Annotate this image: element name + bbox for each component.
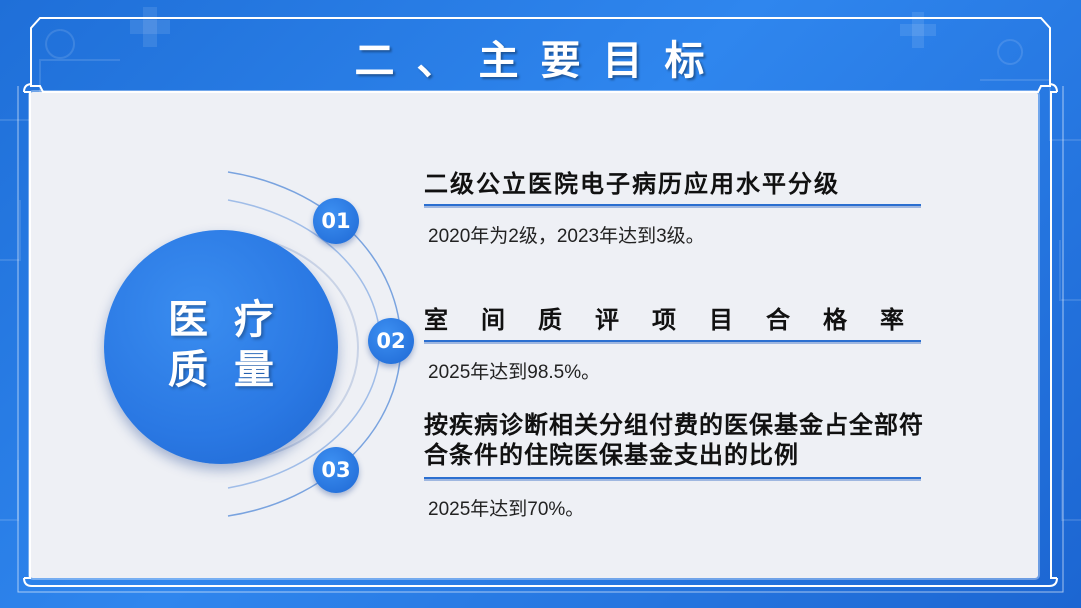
- item-badge-03: 03: [313, 447, 359, 493]
- item-desc-01: 2020年为2级，2023年达到3级。: [428, 226, 705, 247]
- center-label-line2: 质量: [168, 347, 300, 393]
- item-title-03: 按疾病诊断相关分组付费的医保基金占全部符合条件的住院医保基金支出的比例: [424, 411, 924, 469]
- item-rule-03: [424, 477, 921, 479]
- center-label-line1: 医疗: [168, 297, 300, 343]
- item-rule-02: [424, 340, 921, 342]
- item-rule-01: [424, 204, 921, 206]
- item-badge-01: 01: [313, 198, 359, 244]
- item-title-02: 室间质评项目合格率: [424, 306, 937, 334]
- item-desc-03: 2025年达到70%。: [428, 499, 585, 520]
- item-title-01: 二级公立医院电子病历应用水平分级: [424, 170, 840, 198]
- slide: 二、主要目标 医疗 质量 01 02 03 二级公立医院电子病历应用水平分级 2…: [0, 0, 1081, 608]
- item-badge-02: 02: [368, 318, 414, 364]
- item-desc-02: 2025年达到98.5%。: [428, 362, 601, 383]
